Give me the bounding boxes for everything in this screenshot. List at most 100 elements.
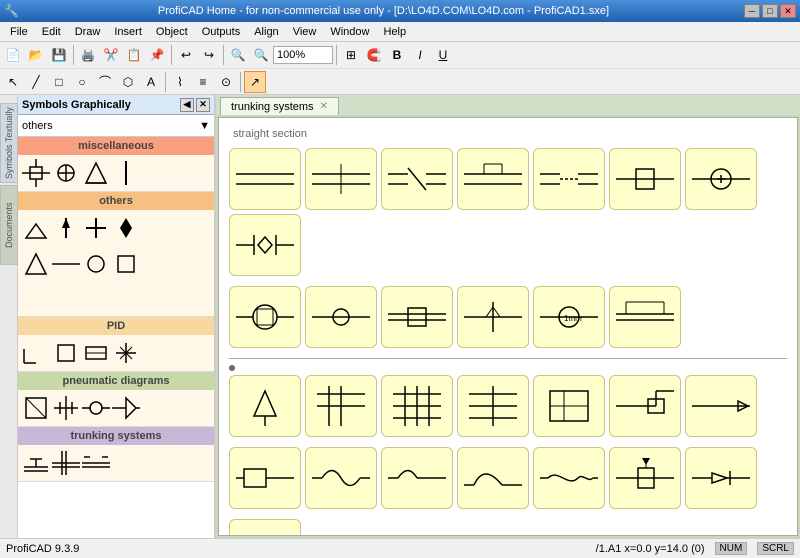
- sym-card-r3-4[interactable]: [457, 375, 529, 437]
- menu-outputs[interactable]: Outputs: [196, 24, 247, 40]
- rect-tool[interactable]: □: [48, 71, 70, 93]
- minimize-button[interactable]: ─: [744, 4, 760, 18]
- sym-trunk-1[interactable]: [22, 449, 50, 477]
- sym-card-r3-3[interactable]: [381, 375, 453, 437]
- arc-tool[interactable]: ⌒: [94, 71, 116, 93]
- text-tool[interactable]: A: [140, 71, 162, 93]
- undo-button[interactable]: ↩: [175, 44, 197, 66]
- canvas-scroll-area[interactable]: straight section: [219, 118, 797, 535]
- sym-card-r2-4[interactable]: [457, 286, 529, 348]
- sym-icon-extra1[interactable]: [22, 250, 50, 278]
- sym-pid-4[interactable]: [112, 339, 140, 367]
- connector-tool[interactable]: ⊙: [215, 71, 237, 93]
- sym-card-r3-6[interactable]: [609, 375, 681, 437]
- italic-button[interactable]: I: [409, 44, 431, 66]
- maximize-button[interactable]: □: [762, 4, 778, 18]
- menu-insert[interactable]: Insert: [108, 24, 148, 40]
- sym-card-r3-1[interactable]: [229, 375, 301, 437]
- sym-icon-extra4[interactable]: [112, 250, 140, 278]
- sym-pneu-4[interactable]: [112, 394, 140, 422]
- bold-button[interactable]: B: [386, 44, 408, 66]
- sym-card-r2-5[interactable]: 1mm: [533, 286, 605, 348]
- sym-card-r4-7[interactable]: [685, 447, 757, 509]
- sym-card-r4-1[interactable]: [229, 447, 301, 509]
- open-button[interactable]: 📂: [25, 44, 47, 66]
- sym-card-r2-1[interactable]: [229, 286, 301, 348]
- paste-button[interactable]: 📌: [146, 44, 168, 66]
- sym-pid-1[interactable]: [22, 339, 50, 367]
- new-button[interactable]: 📄: [2, 44, 24, 66]
- sym-card-6[interactable]: [609, 148, 681, 210]
- sym-card-r3-2[interactable]: [305, 375, 377, 437]
- close-button[interactable]: ✕: [780, 4, 796, 18]
- line-tool[interactable]: ╱: [25, 71, 47, 93]
- sym-card-r4-5[interactable]: [533, 447, 605, 509]
- sym-icon-7[interactable]: [82, 214, 110, 242]
- sym-card-2[interactable]: [305, 148, 377, 210]
- sym-card-r3-5[interactable]: [533, 375, 605, 437]
- sym-pid-3[interactable]: [82, 339, 110, 367]
- sym-card-r2-3[interactable]: [381, 286, 453, 348]
- pointer-tool[interactable]: ↗: [244, 71, 266, 93]
- menu-file[interactable]: File: [4, 24, 34, 40]
- symbols-pin-button[interactable]: ◀: [180, 98, 194, 112]
- print-button[interactable]: 🖨️: [77, 44, 99, 66]
- zoom-input[interactable]: 100%: [273, 46, 333, 64]
- menu-window[interactable]: Window: [324, 24, 375, 40]
- sym-pid-2[interactable]: [52, 339, 80, 367]
- sym-card-1[interactable]: [229, 148, 301, 210]
- sym-icon-5[interactable]: [22, 214, 50, 242]
- sym-pneu-1[interactable]: [22, 394, 50, 422]
- symbols-dropdown[interactable]: others ▼: [18, 115, 214, 137]
- menu-view[interactable]: View: [287, 24, 323, 40]
- sym-card-r3-7[interactable]: [685, 375, 757, 437]
- sym-icon-8[interactable]: [112, 214, 140, 242]
- sym-icon-1[interactable]: [22, 159, 50, 187]
- select-tool[interactable]: ↖: [2, 71, 24, 93]
- tab-documents[interactable]: Documents: [0, 185, 18, 265]
- underline-button[interactable]: U: [432, 44, 454, 66]
- sym-card-r2-6[interactable]: [609, 286, 681, 348]
- symbols-close-button[interactable]: ✕: [196, 98, 210, 112]
- zoom-out-button[interactable]: 🔍: [250, 44, 272, 66]
- bus-tool[interactable]: ≡: [192, 71, 214, 93]
- sym-pneu-2[interactable]: [52, 394, 80, 422]
- poly-tool[interactable]: ⬡: [117, 71, 139, 93]
- sym-card-5[interactable]: [533, 148, 605, 210]
- menu-object[interactable]: Object: [150, 24, 194, 40]
- sym-card-4[interactable]: [457, 148, 529, 210]
- sym-icon-3[interactable]: [82, 159, 110, 187]
- sym-card-8[interactable]: [229, 214, 301, 276]
- sym-card-r4-2[interactable]: [305, 447, 377, 509]
- grid-button[interactable]: ⊞: [340, 44, 362, 66]
- menu-align[interactable]: Align: [248, 24, 284, 40]
- menu-help[interactable]: Help: [377, 24, 412, 40]
- sym-card-r4-6[interactable]: [609, 447, 681, 509]
- canvas-tab-close[interactable]: ✕: [320, 101, 328, 112]
- zoom-in-button[interactable]: 🔍: [227, 44, 249, 66]
- sym-icon-extra2[interactable]: [52, 250, 80, 278]
- save-button[interactable]: 💾: [48, 44, 70, 66]
- canvas-tab-trunking[interactable]: trunking systems ✕: [220, 97, 339, 115]
- sym-card-r2-2[interactable]: [305, 286, 377, 348]
- sym-trunk-2[interactable]: [52, 449, 80, 477]
- circle-tool[interactable]: ○: [71, 71, 93, 93]
- snap-button[interactable]: 🧲: [363, 44, 385, 66]
- sym-pneu-3[interactable]: [82, 394, 110, 422]
- sym-icon-6[interactable]: [52, 214, 80, 242]
- redo-button[interactable]: ↪: [198, 44, 220, 66]
- sym-card-7[interactable]: [685, 148, 757, 210]
- wire-tool[interactable]: ⌇: [169, 71, 191, 93]
- menu-draw[interactable]: Draw: [69, 24, 107, 40]
- sym-icon-2[interactable]: [52, 159, 80, 187]
- copy-button[interactable]: 📋: [123, 44, 145, 66]
- sym-card-r4-3[interactable]: [381, 447, 453, 509]
- sym-card-r4-4[interactable]: [457, 447, 529, 509]
- cut-button[interactable]: ✂️: [100, 44, 122, 66]
- menu-edit[interactable]: Edit: [36, 24, 67, 40]
- sym-card-r5-1[interactable]: [229, 519, 301, 535]
- sym-card-3[interactable]: [381, 148, 453, 210]
- tab-symbols-textually[interactable]: Symbols Textually: [0, 103, 18, 183]
- sym-icon-extra3[interactable]: [82, 250, 110, 278]
- sym-trunk-3[interactable]: [82, 449, 110, 477]
